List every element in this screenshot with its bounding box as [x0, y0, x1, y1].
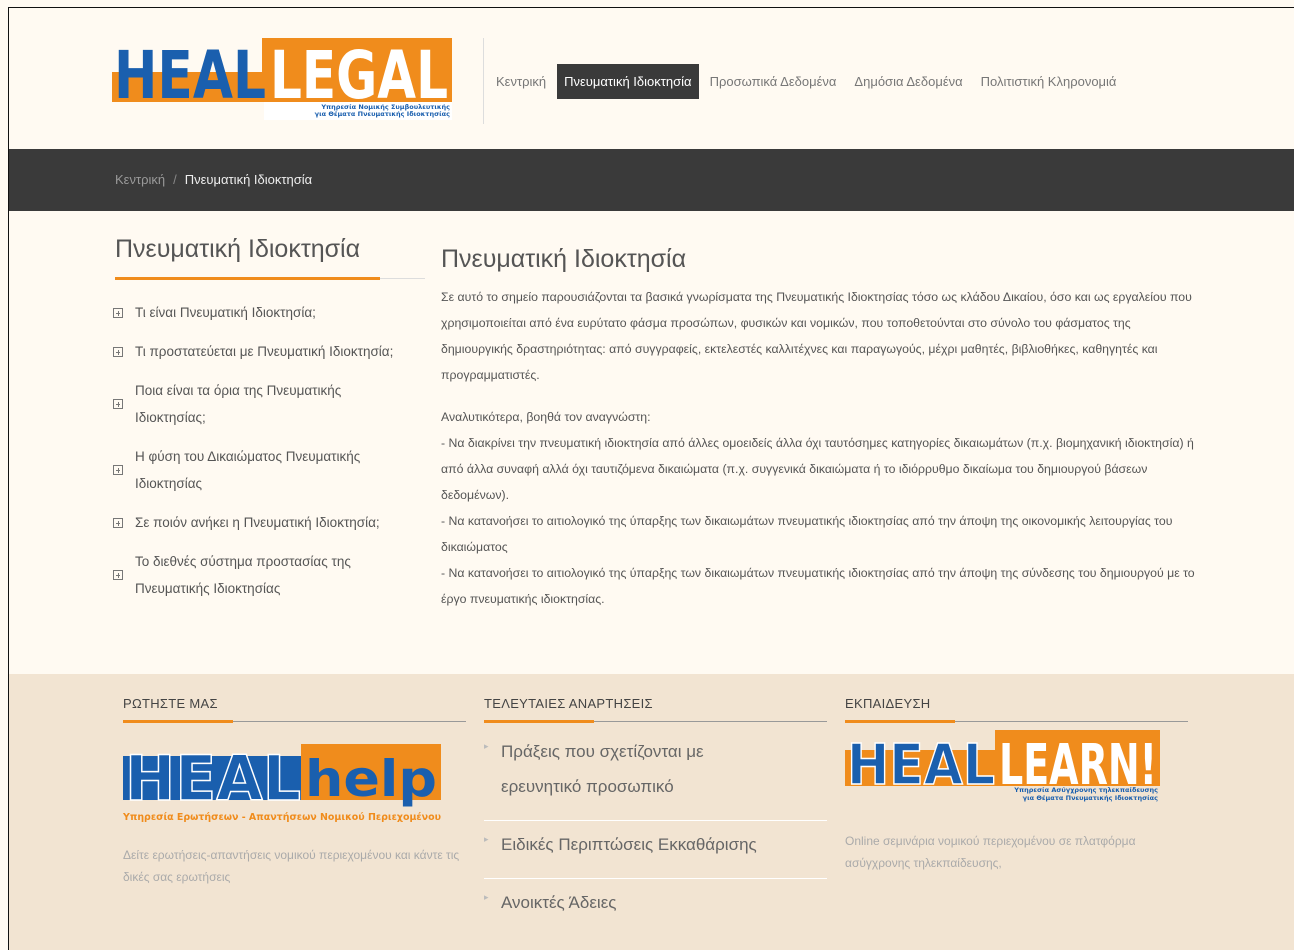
footer-ask-column: ΡΩΤΗΣΤΕ ΜΑΣ HEAL help Υπηρεσία Ερωτήσεων…: [123, 696, 466, 888]
breadcrumb-home-link[interactable]: Κεντρική: [115, 172, 165, 187]
sidebar-item-ownership[interactable]: Σε ποιόν ανήκει η Πνευματική Ιδιοκτησία;: [113, 509, 433, 536]
healhelp-logo[interactable]: HEAL help Υπηρεσία Ερωτήσεων - Απαντήσεω…: [123, 738, 443, 838]
site-header: HEAL LEGAL Υπηρεσία Νομικής Συμβουλευτικ…: [9, 8, 1294, 149]
heallearn-logo-subtitle: για Θέματα Πνευματικής Ιδιοκτησίας: [1023, 794, 1158, 802]
expand-icon[interactable]: [113, 517, 123, 528]
expand-icon[interactable]: [113, 399, 123, 409]
footer-latest-heading: ΤΕΛΕΥΤΑΙΕΣ ΑΝΑΡΤΗΣΕΙΣ: [484, 696, 653, 711]
nav-divider: [483, 38, 484, 124]
caret-right-icon: ▸: [484, 741, 489, 751]
sidebar-item-what-is[interactable]: Τι είναι Πνευματική Ιδιοκτησία;: [113, 299, 433, 326]
expand-icon[interactable]: [113, 346, 123, 357]
logo-subtitle: Υπηρεσία Νομικής Συμβουλευτικής για Θέμα…: [314, 103, 450, 118]
sidebar-menu: Τι είναι Πνευματική Ιδιοκτησία; Τι προστ…: [113, 299, 433, 614]
sidebar-title: Πνευματική Ιδιοκτησία: [115, 235, 361, 263]
page-frame: HEAL LEGAL Υπηρεσία Νομικής Συμβουλευτικ…: [8, 7, 1294, 950]
sidebar-title-accent: [115, 277, 380, 280]
article-point: - Να διακρίνει την πνευματική ιδιοκτησία…: [441, 436, 1194, 502]
caret-right-icon: ▸: [484, 892, 489, 902]
nav-item-public-data[interactable]: Δημόσια Δεδομένα: [847, 64, 969, 99]
sidebar-item-what-is-protected[interactable]: Τι προστατεύεται με Πνευματική Ιδιοκτησί…: [113, 338, 433, 365]
footer-heading-rule: [845, 720, 1188, 723]
expand-icon[interactable]: [113, 307, 123, 318]
footer-heading-rule: [123, 720, 466, 723]
footer: ΡΩΤΗΣΤΕ ΜΑΣ HEAL help Υπηρεσία Ερωτήσεων…: [9, 674, 1294, 950]
latest-post-item[interactable]: ▸ Ειδικές Περιπτώσεις Εκκαθάρισης: [484, 821, 827, 879]
footer-heading-rule: [484, 720, 827, 723]
footer-education-column: ΕΚΠΑΙΔΕΥΣΗ HEAL LEARN! Υπηρεσία Ασύγχρον…: [845, 696, 1188, 874]
heallearn-logo[interactable]: HEAL LEARN! Υπηρεσία Ασύγχρονης τηλεκπαί…: [845, 728, 1160, 808]
heallearn-logo-subtitle: Υπηρεσία Ασύγχρονης τηλεκπαίδευσης: [1013, 786, 1158, 794]
latest-post-item[interactable]: ▸ Ανοικτές Άδειες: [484, 879, 827, 936]
breadcrumb-current: Πνευματική Ιδιοκτησία: [184, 172, 313, 187]
heallearn-logo-left: HEAL: [847, 733, 995, 798]
healhelp-logo-right: help: [305, 750, 437, 808]
nav-item-home[interactable]: Κεντρική: [489, 64, 553, 99]
article-intro: Σε αυτό το σημείο παρουσιάζονται τα βασι…: [441, 290, 1192, 382]
logo-word-left: HEAL: [114, 37, 266, 114]
expand-icon[interactable]: [113, 570, 123, 580]
footer-education-text: Online σεμινάρια νομικού περιεχομένου σε…: [845, 834, 1136, 870]
healhelp-logo-tagline: Υπηρεσία Ερωτήσεων - Απαντήσεων Νομικού …: [123, 812, 441, 823]
article: Πνευματική Ιδιοκτησία Σε αυτό το σημείο …: [441, 245, 1201, 612]
article-lead: Αναλυτικότερα, βοηθά τον αναγνώστη:: [441, 410, 651, 424]
healhelp-logo-left: HEAL: [125, 742, 301, 815]
latest-post-item[interactable]: ▸ Πράξεις που σχετίζονται με ερευνητικό π…: [484, 728, 827, 821]
sidebar-item-nature-of-right[interactable]: Η φύση του Δικαιώματος Πνευματικής Ιδιοκ…: [113, 443, 433, 497]
nav-item-intellectual-property[interactable]: Πνευματική Ιδιοκτησία: [557, 64, 699, 99]
article-title: Πνευματική Ιδιοκτησία: [441, 245, 687, 273]
footer-ask-heading: ΡΩΤΗΣΤΕ ΜΑΣ: [123, 696, 218, 711]
main-nav: Κεντρική Πνευματική Ιδιοκτησία Προσωπικά…: [489, 64, 1127, 99]
main-area: Πνευματική Ιδιοκτησία Τι είναι Πνευματικ…: [9, 211, 1294, 674]
breadcrumb-separator: /: [173, 172, 177, 187]
breadcrumb: Κεντρική / Πνευματική Ιδιοκτησία: [115, 172, 312, 187]
footer-ask-text: Δείτε ερωτήσεις-απαντήσεις νομικού περιε…: [123, 848, 460, 884]
footer-latest-column: ΤΕΛΕΥΤΑΙΕΣ ΑΝΑΡΤΗΣΕΙΣ ▸ Πράξεις που σχετί…: [484, 696, 827, 936]
breadcrumb-bar: Κεντρική / Πνευματική Ιδιοκτησία: [9, 149, 1294, 211]
footer-education-heading: ΕΚΠΑΙΔΕΥΣΗ: [845, 696, 931, 711]
heallegal-logo[interactable]: HEAL LEGAL Υπηρεσία Νομικής Συμβουλευτικ…: [112, 36, 452, 120]
article-point: - Να κατανοήσει το αιτιολογικό της ύπαρξ…: [441, 514, 1173, 554]
expand-icon[interactable]: [113, 465, 123, 475]
latest-posts-list: ▸ Πράξεις που σχετίζονται με ερευνητικό π…: [484, 728, 827, 936]
nav-item-cultural-heritage[interactable]: Πολιτιστική Κληρονομιά: [974, 64, 1124, 99]
sidebar-item-international-system[interactable]: Το διεθνές σύστημα προστασίας της Πνευμα…: [113, 548, 433, 602]
sidebar-item-limits[interactable]: Ποια είναι τα όρια της Πνευματικής Ιδιοκ…: [113, 377, 433, 431]
article-point: - Να κατανοήσει το αιτιολογικό της ύπαρξ…: [441, 566, 1195, 606]
nav-item-personal-data[interactable]: Προσωπικά Δεδομένα: [703, 64, 844, 99]
caret-right-icon: ▸: [484, 834, 489, 844]
